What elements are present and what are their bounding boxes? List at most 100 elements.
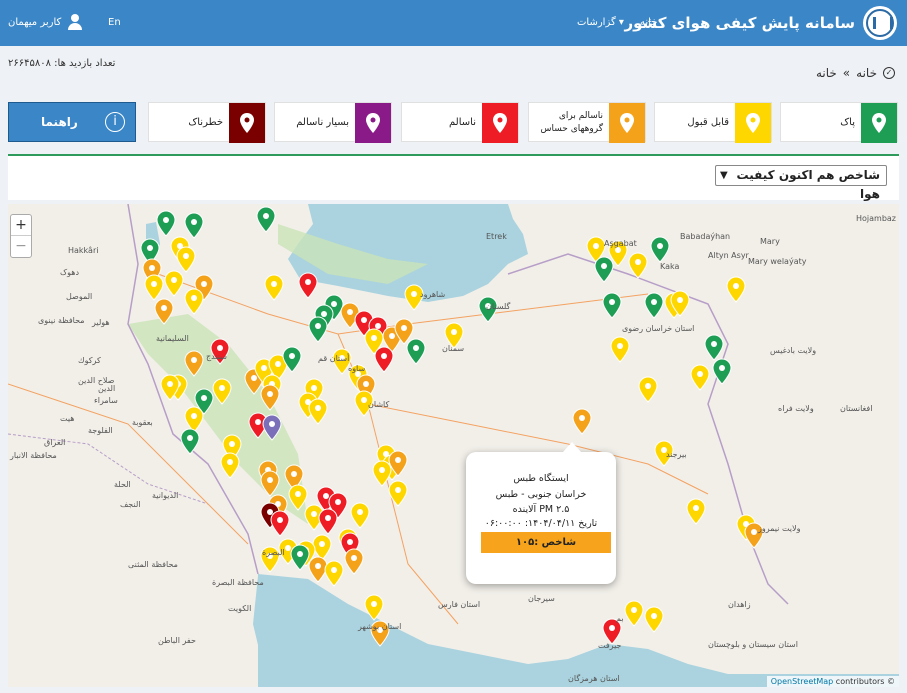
station-marker[interactable] [318, 508, 338, 535]
station-marker[interactable] [690, 364, 710, 391]
station-marker[interactable] [344, 548, 364, 575]
map-place-label: الفلوجة [88, 426, 113, 435]
station-marker[interactable] [644, 292, 664, 319]
marker-icon [229, 103, 265, 143]
legend-label: ناسالم برای گروههای حساس [540, 111, 603, 134]
zoom-out-button[interactable]: − [11, 235, 31, 256]
legend-label: پاک [840, 117, 855, 128]
map-place-label: الكويت [228, 604, 252, 613]
station-marker[interactable] [308, 398, 328, 425]
station-marker[interactable] [624, 600, 644, 627]
legend-very-unhealthy: بسیار ناسالم [274, 102, 392, 143]
station-marker[interactable] [650, 236, 670, 263]
map-place-label: Etrek [486, 232, 507, 241]
map-attribution: OpenStreetMap contributors © [766, 676, 899, 687]
station-marker[interactable] [184, 350, 204, 377]
station-marker[interactable] [184, 406, 204, 433]
station-marker[interactable] [388, 480, 408, 507]
station-marker[interactable] [154, 298, 174, 325]
map-place-label: گلستان [486, 302, 511, 311]
index-select[interactable]: شاخص هم اکنون کیفیت هوا ▼ [715, 165, 887, 201]
station-marker[interactable] [256, 206, 276, 233]
station-marker[interactable] [712, 358, 732, 385]
help-button[interactable]: راهنما i [8, 102, 136, 142]
language-switch[interactable]: En [108, 17, 121, 28]
station-marker[interactable] [406, 338, 426, 365]
station-marker[interactable] [298, 272, 318, 299]
station-marker[interactable] [572, 408, 592, 435]
map-place-label: جیرفت [598, 641, 622, 650]
map-place-label: محافظة المثنى [128, 560, 178, 569]
nav-home[interactable]: خانه [640, 17, 657, 28]
breadcrumb-home[interactable]: خانه [856, 66, 877, 80]
map-place-label: بم [616, 614, 624, 623]
user-menu[interactable]: کاربر میهمان [8, 14, 83, 30]
station-marker[interactable] [644, 606, 664, 633]
station-marker[interactable] [262, 414, 282, 441]
station-marker[interactable] [164, 270, 184, 297]
map-place-label: الدين [98, 384, 116, 393]
station-marker[interactable] [372, 460, 392, 487]
station-marker[interactable] [350, 502, 370, 529]
station-marker[interactable] [726, 276, 746, 303]
station-marker[interactable] [610, 336, 630, 363]
station-marker[interactable] [686, 498, 706, 525]
station-marker[interactable] [260, 470, 280, 497]
legend-label: ناسالم [449, 117, 476, 128]
station-marker[interactable] [220, 452, 240, 479]
user-label: کاربر میهمان [8, 16, 62, 28]
station-marker[interactable] [180, 428, 200, 455]
chevron-down-icon: ▼ [720, 170, 728, 181]
help-label: راهنما [41, 115, 78, 129]
station-marker[interactable] [260, 384, 280, 411]
station-marker[interactable] [270, 510, 290, 537]
station-marker[interactable] [184, 288, 204, 315]
popup-pollutant: آلاینده PM ۲.۵ [512, 504, 570, 515]
station-marker[interactable] [212, 378, 232, 405]
station-marker[interactable] [288, 484, 308, 511]
map-place-label: Kaka [660, 262, 680, 271]
map-place-label: محافظة الانبار [10, 451, 57, 460]
breadcrumb-separator: » [842, 66, 851, 80]
marker-icon [355, 103, 391, 143]
station-marker[interactable] [308, 316, 328, 343]
nav-reports-dropdown[interactable]: گزارشات ▾ [577, 17, 624, 28]
station-marker[interactable] [638, 376, 658, 403]
station-marker[interactable] [264, 274, 284, 301]
station-marker[interactable] [364, 594, 384, 621]
legend-label: خطرناک [188, 117, 223, 128]
station-marker[interactable] [602, 292, 622, 319]
station-marker[interactable] [704, 334, 724, 361]
breadcrumb-current: خانه [815, 66, 837, 80]
station-marker[interactable] [594, 256, 614, 283]
zoom-in-button[interactable]: + [11, 215, 31, 235]
map-place-label: Altyn Asyr [708, 251, 749, 260]
info-icon: i [105, 112, 125, 132]
station-marker[interactable] [144, 274, 164, 301]
station-marker[interactable] [156, 210, 176, 237]
station-marker[interactable] [628, 252, 648, 279]
map-place-label: سمنان [442, 344, 465, 353]
air-quality-map[interactable]: + − Aşgabat Etrek Babadaýhan Mary Kaka Altyn … [8, 204, 899, 687]
legend-unhealthy: ناسالم [401, 102, 519, 143]
map-place-label: دهوک [60, 268, 80, 277]
map-place-label: محافظة نينوى [38, 316, 85, 325]
brand[interactable]: سامانه پایش کیفی هوای کشور [624, 6, 897, 40]
osm-link[interactable]: OpenStreetMap [771, 677, 834, 686]
station-markers[interactable] [8, 204, 899, 687]
station-marker[interactable] [308, 556, 328, 583]
station-marker[interactable] [312, 534, 332, 561]
site-title: سامانه پایش کیفی هوای کشور [624, 14, 855, 32]
map-place-label: ولايت فراه [778, 404, 814, 413]
station-marker[interactable] [374, 346, 394, 373]
station-marker[interactable] [184, 212, 204, 239]
marker-icon [609, 103, 645, 143]
map-place-label: أستان قم [318, 354, 350, 363]
map-place-label: استان سیستان و بلوچستان [708, 640, 798, 649]
station-marker[interactable] [324, 560, 344, 587]
station-popup: ایستگاه طبس خراسان جنوبی - طبس آلاینده P… [466, 442, 616, 584]
visit-counter: تعداد بازدید ها: ۲۶۶۴۵۸۰۸ [8, 58, 116, 69]
station-marker[interactable] [176, 246, 196, 273]
map-place-label: بیرجند [666, 450, 687, 459]
map-place-label: Aşgabat [604, 239, 637, 248]
